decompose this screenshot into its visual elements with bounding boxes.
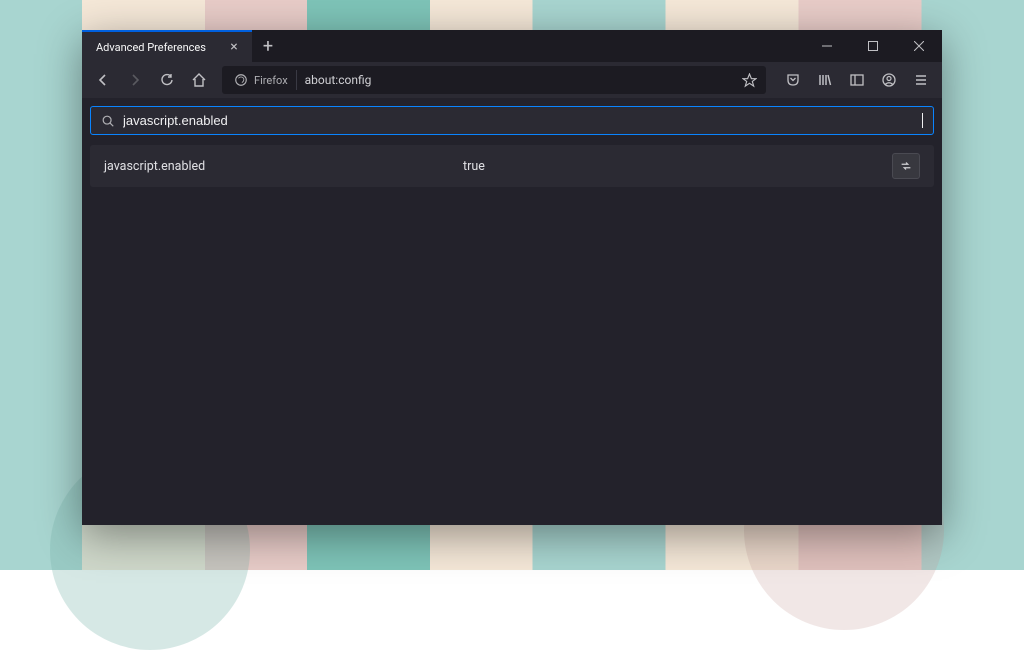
toggle-icon <box>899 159 913 173</box>
firefox-icon <box>234 73 248 87</box>
config-search-bar[interactable] <box>90 106 934 135</box>
maximize-button[interactable] <box>850 30 896 62</box>
back-button[interactable] <box>88 65 118 95</box>
navigation-toolbar: Firefox about:config <box>82 62 942 98</box>
library-button[interactable] <box>810 65 840 95</box>
home-button[interactable] <box>184 65 214 95</box>
pref-row[interactable]: javascript.enabled true <box>90 145 934 187</box>
browser-tab[interactable]: Advanced Preferences × <box>82 30 252 62</box>
minimize-button[interactable] <box>804 30 850 62</box>
account-button[interactable] <box>874 65 904 95</box>
search-icon <box>101 114 115 128</box>
pref-value: true <box>463 159 892 174</box>
identity-box[interactable]: Firefox <box>226 70 297 90</box>
toggle-button[interactable] <box>892 153 920 179</box>
url-bar[interactable]: Firefox about:config <box>222 66 766 94</box>
pocket-button[interactable] <box>778 65 808 95</box>
new-tab-button[interactable]: + <box>252 30 284 62</box>
config-results: javascript.enabled true <box>90 145 934 187</box>
config-page: javascript.enabled true <box>82 98 942 525</box>
browser-window: Advanced Preferences × + Firefox about:c… <box>82 30 942 525</box>
url-text: about:config <box>297 73 736 87</box>
pref-name: javascript.enabled <box>104 159 463 174</box>
close-icon[interactable]: × <box>226 39 242 55</box>
identity-label: Firefox <box>254 74 288 87</box>
menu-button[interactable] <box>906 65 936 95</box>
close-window-button[interactable] <box>896 30 942 62</box>
bookmark-star-button[interactable] <box>736 73 762 88</box>
config-search-input[interactable] <box>123 113 923 128</box>
sidebar-button[interactable] <box>842 65 872 95</box>
titlebar: Advanced Preferences × + <box>82 30 942 62</box>
window-controls <box>804 30 942 62</box>
forward-button[interactable] <box>120 65 150 95</box>
tab-title: Advanced Preferences <box>96 41 218 54</box>
reload-button[interactable] <box>152 65 182 95</box>
